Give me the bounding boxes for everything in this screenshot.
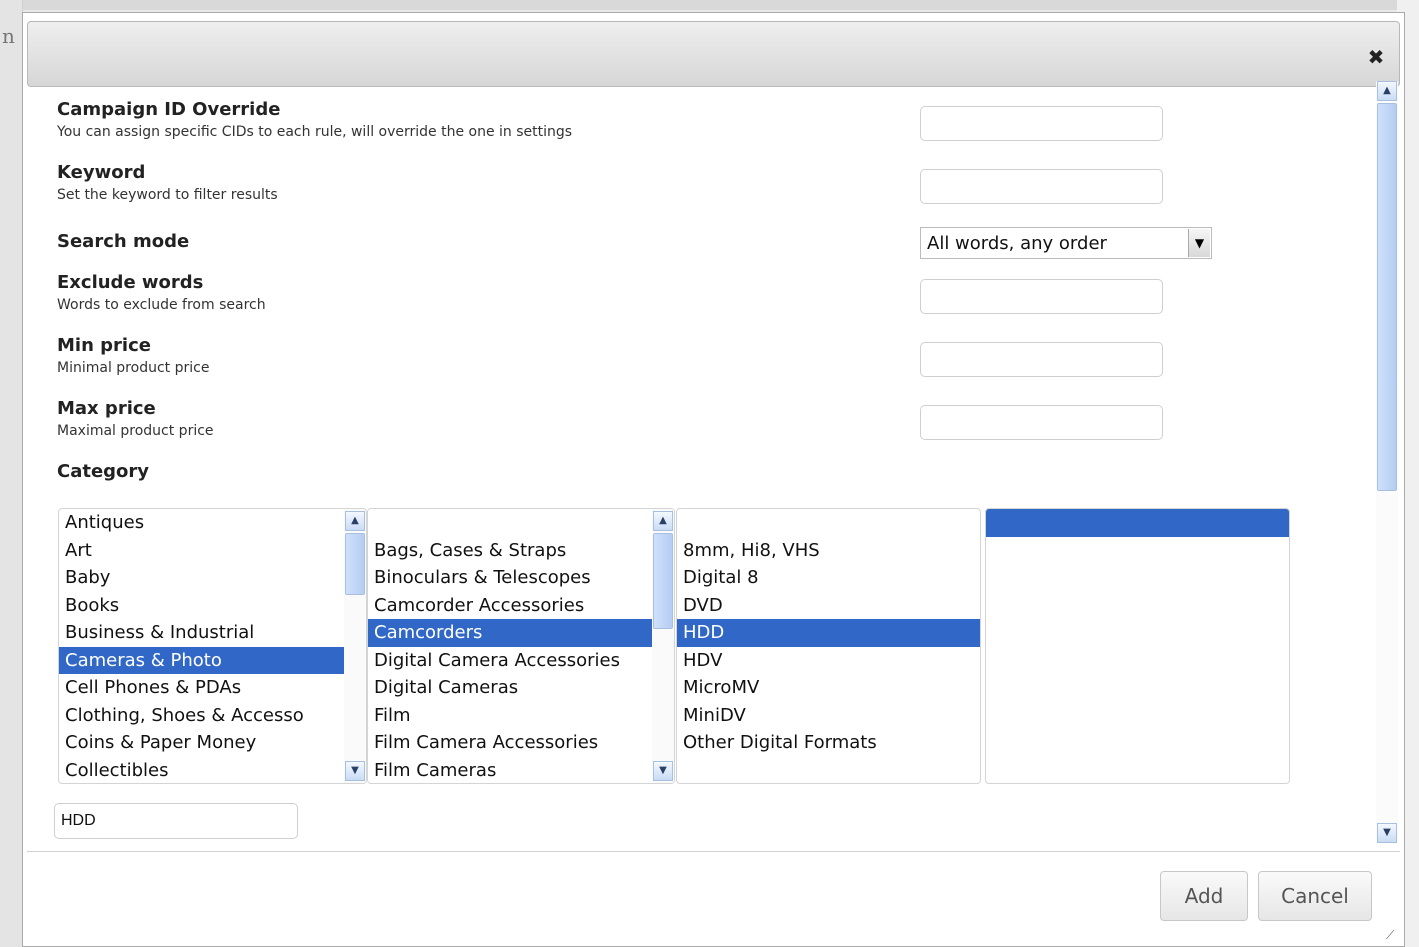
keyword-desc: Set the keyword to filter results <box>57 187 278 203</box>
scrollbar-thumb[interactable] <box>345 533 365 595</box>
list-item[interactable]: Cameras & Photo <box>59 646 366 674</box>
category-list-level4[interactable] <box>985 508 1290 784</box>
add-button[interactable]: Add <box>1160 871 1248 921</box>
search-mode-select[interactable]: All words, any order ▼ <box>920 227 1212 259</box>
list-item[interactable]: Other Digital Formats <box>677 729 980 757</box>
chevron-up-icon[interactable]: ▲ <box>653 511 673 531</box>
list-item[interactable]: Bags, Cases & Straps <box>368 537 674 565</box>
chevron-down-icon[interactable]: ▼ <box>1377 823 1397 843</box>
list-item[interactable] <box>368 509 674 537</box>
keyword-input[interactable] <box>920 169 1163 204</box>
category-title: Category <box>57 461 150 482</box>
list-item[interactable]: Film <box>368 702 674 730</box>
chevron-down-icon[interactable]: ▼ <box>1188 229 1210 257</box>
list-item[interactable]: Camcorders <box>368 619 674 647</box>
selected-category-input[interactable] <box>54 803 298 839</box>
list-item[interactable]: DVD <box>677 592 980 620</box>
scrollbar-thumb[interactable] <box>1377 103 1397 491</box>
dialog-content: Campaign ID Override You can assign spec… <box>27 83 1380 851</box>
list-item[interactable]: Coins & Paper Money <box>59 729 366 757</box>
resize-grip-icon[interactable]: ⟋ <box>1386 928 1400 942</box>
exclude-title: Exclude words <box>57 272 204 293</box>
search-mode-title: Search mode <box>57 231 190 252</box>
max-price-title: Max price <box>57 398 156 419</box>
max-price-desc: Maximal product price <box>57 423 214 439</box>
chevron-down-icon[interactable]: ▼ <box>653 761 673 781</box>
list-item[interactable]: Digital 8 <box>677 564 980 592</box>
max-price-field-label: Max price Maximal product price <box>57 398 214 439</box>
list-item[interactable] <box>986 509 1289 537</box>
footer-divider <box>27 851 1400 852</box>
min-price-title: Min price <box>57 335 151 356</box>
cancel-button[interactable]: Cancel <box>1258 871 1372 921</box>
exclude-words-input[interactable] <box>920 279 1163 314</box>
chevron-down-icon[interactable]: ▼ <box>345 761 365 781</box>
add-rule-dialog: ✖ Campaign ID Override You can assign sp… <box>22 12 1405 947</box>
list-item[interactable]: Film Camera Accessories <box>368 729 674 757</box>
dialog-titlebar[interactable]: ✖ <box>27 21 1400 87</box>
list-item[interactable]: Camcorder Accessories <box>368 592 674 620</box>
list-item[interactable]: Collectibles <box>59 757 366 784</box>
list-item[interactable]: Binoculars & Telescopes <box>368 564 674 592</box>
keyword-field-label: Keyword Set the keyword to filter result… <box>57 162 278 203</box>
dialog-scrollbar[interactable]: ▲ ▼ <box>1376 81 1398 843</box>
list-item[interactable]: Clothing, Shoes & Accesso <box>59 702 366 730</box>
page-backdrop-left <box>0 0 23 947</box>
min-price-field-label: Min price Minimal product price <box>57 335 209 376</box>
list-item[interactable]: Art <box>59 537 366 565</box>
background-text: n <box>2 24 15 48</box>
list-item[interactable]: Digital Camera Accessories <box>368 647 674 675</box>
list-item[interactable]: Cell Phones & PDAs <box>59 674 366 702</box>
max-price-input[interactable] <box>920 405 1163 440</box>
list-item[interactable]: Antiques <box>59 509 366 537</box>
list-item[interactable] <box>677 509 980 537</box>
category-list-level2[interactable]: Bags, Cases & Straps Binoculars & Telesco… <box>367 508 675 784</box>
list-item[interactable]: 8mm, Hi8, VHS <box>677 537 980 565</box>
search-mode-value: All words, any order <box>927 233 1107 254</box>
keyword-title: Keyword <box>57 162 146 183</box>
min-price-desc: Minimal product price <box>57 360 210 376</box>
category-list-level3[interactable]: 8mm, Hi8, VHS Digital 8 DVD HDD HDV MicroMV Mi… <box>676 508 981 784</box>
category-field-label: Category <box>57 461 149 482</box>
campaign-title: Campaign ID Override <box>57 99 281 120</box>
list-item[interactable]: HDV <box>677 647 980 675</box>
campaign-id-input[interactable] <box>920 106 1163 141</box>
chevron-up-icon[interactable]: ▲ <box>1377 81 1397 101</box>
chevron-up-icon[interactable]: ▲ <box>345 511 365 531</box>
scrollbar-thumb[interactable] <box>653 533 673 629</box>
campaign-desc: You can assign specific CIDs to each rul… <box>57 124 573 140</box>
list-item[interactable]: Business & Industrial <box>59 619 366 647</box>
list-item[interactable]: Baby <box>59 564 366 592</box>
list-scrollbar[interactable]: ▲ ▼ <box>652 509 674 783</box>
campaign-field-label: Campaign ID Override You can assign spec… <box>57 99 572 140</box>
list-item[interactable]: MicroMV <box>677 674 980 702</box>
list-item[interactable]: Digital Cameras <box>368 674 674 702</box>
exclude-field-label: Exclude words Words to exclude from sear… <box>57 272 266 313</box>
search-mode-field-label: Search mode <box>57 231 189 252</box>
list-item[interactable]: Books <box>59 592 366 620</box>
list-item[interactable]: MiniDV <box>677 702 980 730</box>
exclude-desc: Words to exclude from search <box>57 297 266 313</box>
list-scrollbar[interactable]: ▲ ▼ <box>344 509 366 783</box>
list-item[interactable]: HDD <box>677 619 980 647</box>
page-backdrop <box>0 0 1419 10</box>
category-list-level1[interactable]: Antiques Art Baby Books Business & Industria… <box>58 508 367 784</box>
list-item[interactable]: Film Cameras <box>368 757 674 784</box>
close-icon[interactable]: ✖ <box>1367 47 1385 67</box>
min-price-input[interactable] <box>920 342 1163 377</box>
